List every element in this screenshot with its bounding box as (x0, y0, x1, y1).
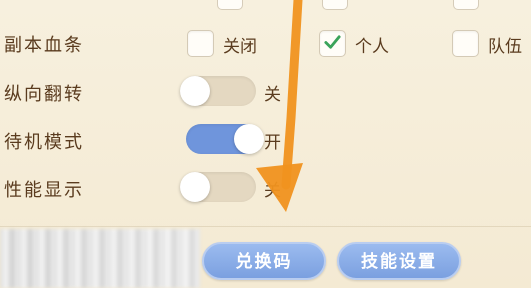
settings-panel: 副本血条 关闭 个人 队伍 纵向翻转 关 待机模式 开 性能显示 关 兑换码 技… (0, 0, 531, 288)
performance-display-state: 关 (264, 181, 281, 201)
toggle-knob (180, 76, 210, 106)
option-label-personal: 个人 (355, 37, 389, 57)
checkbox-team[interactable] (452, 30, 479, 57)
redeem-code-button[interactable]: 兑换码 (202, 242, 326, 280)
performance-display-toggle[interactable] (180, 172, 256, 202)
row-label-standby-mode: 待机模式 (4, 132, 84, 153)
row-label-performance-display: 性能显示 (4, 180, 84, 201)
vertical-flip-toggle[interactable] (180, 76, 256, 106)
checkbox-off[interactable] (187, 30, 214, 57)
vertical-flip-state: 关 (264, 85, 281, 105)
partial-checkbox[interactable] (217, 0, 243, 10)
option-label-off: 关闭 (223, 37, 257, 57)
toggle-knob (180, 172, 210, 202)
standby-mode-toggle[interactable] (186, 124, 264, 154)
option-label-team: 队伍 (488, 37, 522, 57)
check-icon (324, 35, 341, 49)
partial-checkbox[interactable] (453, 0, 479, 10)
skill-settings-button[interactable]: 技能设置 (337, 242, 461, 280)
footer-divider (0, 226, 531, 227)
toggle-knob (234, 124, 264, 154)
row-label-dungeon-hp-bar: 副本血条 (4, 35, 84, 56)
row-label-vertical-flip: 纵向翻转 (4, 84, 84, 105)
partial-checkbox[interactable] (322, 0, 348, 10)
standby-mode-state: 开 (264, 133, 281, 153)
checkbox-personal[interactable] (319, 30, 346, 57)
obscured-region (0, 229, 200, 288)
